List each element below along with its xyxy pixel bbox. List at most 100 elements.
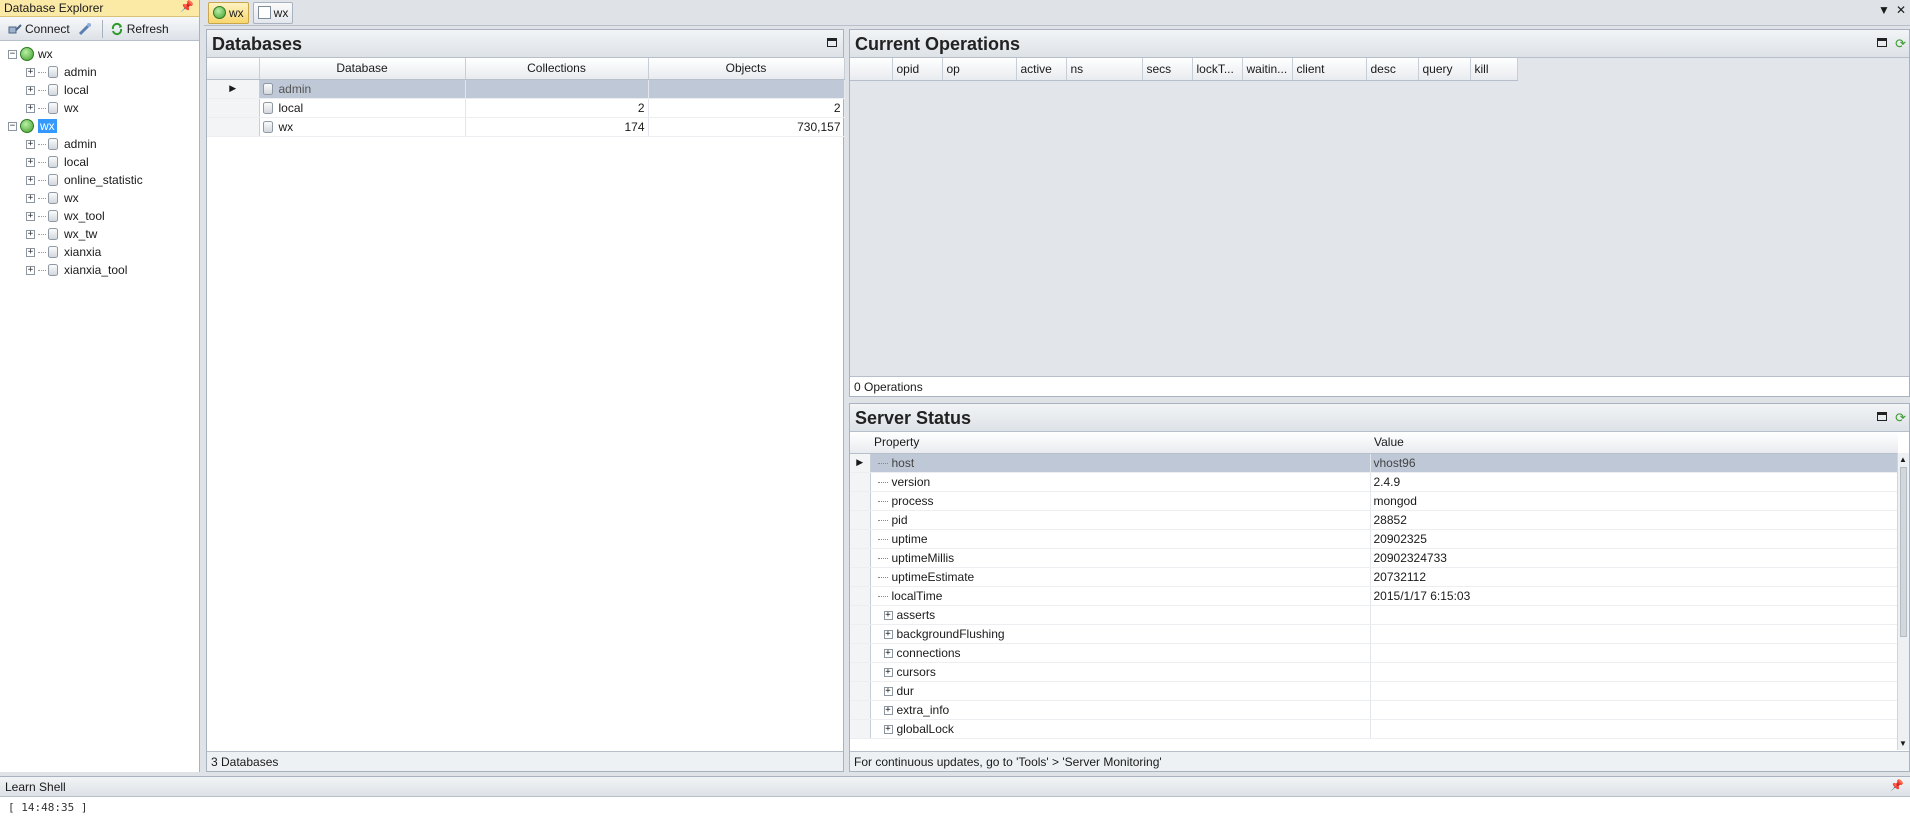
collections-cell[interactable]: 174 [465,117,649,137]
property-cell[interactable]: localTime [870,586,1371,606]
row-header[interactable] [850,529,871,549]
table-row[interactable]: uptimeEstimate 20732112 [850,567,1898,587]
tree-database-node[interactable]: + xianxia_tool [0,261,199,279]
refresh-button[interactable]: Refresh [106,19,173,39]
column-header-active[interactable]: active [1016,58,1067,81]
value-cell[interactable]: vhost96 [1370,453,1898,473]
tree-database-node[interactable]: + wx [0,99,199,117]
column-header-kill[interactable]: kill [1470,58,1518,81]
expand-icon[interactable]: + [26,139,35,149]
tree-database-node[interactable]: + admin [0,135,199,153]
tree-database-node[interactable]: + local [0,153,199,171]
database-name-cell[interactable]: admin [259,79,466,99]
expand-icon[interactable]: + [26,157,35,167]
collections-cell[interactable]: 2 [465,98,649,118]
property-cell[interactable]: uptime [870,529,1371,549]
row-header[interactable] [850,510,871,530]
row-header[interactable] [850,548,871,568]
column-header-client[interactable]: client [1292,58,1367,81]
table-row[interactable]: ▶ admin [207,79,845,99]
row-header[interactable] [850,491,871,511]
expand-icon[interactable]: + [26,229,35,239]
table-row[interactable]: uptime 20902325 [850,529,1898,549]
value-cell[interactable] [1370,643,1898,663]
expand-icon[interactable]: + [883,648,893,658]
value-cell[interactable]: mongod [1370,491,1898,511]
value-cell[interactable] [1370,605,1898,625]
pin-icon[interactable]: 📌 [180,0,194,13]
property-cell[interactable]: uptimeMillis [870,548,1371,568]
expand-icon[interactable]: + [26,85,35,95]
expand-icon[interactable]: + [883,705,893,715]
value-cell[interactable] [1370,719,1898,739]
refresh-icon[interactable]: ⟳ [1895,410,1906,426]
expand-icon[interactable]: + [883,686,893,696]
objects-cell[interactable]: 730,157 [648,117,845,137]
row-header[interactable] [850,681,871,701]
row-header[interactable] [850,662,871,682]
tree-database-node[interactable]: + wx [0,189,199,207]
property-cell[interactable]: uptimeEstimate [870,567,1371,587]
tab-server-wx[interactable]: wx [208,1,249,24]
maximize-icon[interactable] [1877,38,1887,47]
value-cell[interactable] [1370,662,1898,682]
table-row[interactable]: + dur [850,681,1898,701]
scroll-thumb[interactable] [1900,467,1907,637]
table-row[interactable]: uptimeMillis 20902324733 [850,548,1898,568]
column-header-collections[interactable]: Collections [465,58,649,80]
column-header-property[interactable]: Property [870,432,1370,454]
value-cell[interactable] [1370,681,1898,701]
table-row[interactable]: + asserts [850,605,1898,625]
row-header[interactable] [850,472,871,492]
objects-cell[interactable]: 2 [648,98,845,118]
expand-icon[interactable]: + [26,193,35,203]
column-header-lockt[interactable]: lockT... [1192,58,1243,81]
table-row[interactable]: + extra_info [850,700,1898,720]
property-cell[interactable]: + backgroundFlushing [870,624,1371,644]
collapse-icon[interactable]: − [8,49,17,59]
table-row[interactable]: local 2 2 [207,98,845,118]
scroll-up-icon[interactable]: ▲ [1899,455,1907,464]
value-cell[interactable]: 28852 [1370,510,1898,530]
table-row[interactable]: pid 28852 [850,510,1898,530]
maximize-icon[interactable] [827,38,837,47]
column-header-value[interactable]: Value [1370,432,1898,454]
row-header[interactable] [850,567,871,587]
learn-shell-output[interactable]: [ 14:48:35 ] [0,797,1910,818]
dropdown-icon[interactable]: ▼ [1878,3,1890,17]
value-cell[interactable] [1370,700,1898,720]
property-cell[interactable]: pid [870,510,1371,530]
expand-icon[interactable]: + [26,265,35,275]
row-header[interactable]: ▶ [207,79,260,99]
tree-database-node[interactable]: + wx_tw [0,225,199,243]
expand-icon[interactable]: + [883,610,893,620]
tab-database-wx[interactable]: wx [252,1,294,24]
database-name-cell[interactable]: local [259,98,466,118]
property-cell[interactable]: version [870,472,1371,492]
expand-icon[interactable]: + [883,667,893,677]
property-cell[interactable]: process [870,491,1371,511]
vertical-scrollbar[interactable]: ▲ ▼ [1897,453,1909,750]
expand-icon[interactable]: + [26,175,35,185]
row-header[interactable]: ▶ [850,453,871,473]
table-row[interactable]: version 2.4.9 [850,472,1898,492]
expand-icon[interactable]: + [26,211,35,221]
expand-icon[interactable]: + [26,247,35,257]
table-row[interactable]: + globalLock [850,719,1898,739]
property-cell[interactable]: + extra_info [870,700,1371,720]
row-header[interactable] [207,98,260,118]
table-row[interactable]: wx 174 730,157 [207,117,845,137]
value-cell[interactable] [1370,624,1898,644]
column-header-database[interactable]: Database [259,58,466,80]
property-cell[interactable]: + dur [870,681,1371,701]
disconnect-button[interactable] [74,19,99,39]
table-row[interactable]: localTime 2015/1/17 6:15:03 [850,586,1898,606]
collapse-icon[interactable]: − [8,121,17,131]
objects-cell[interactable] [648,79,845,99]
tree-database-node[interactable]: + local [0,81,199,99]
tree-database-node[interactable]: + wx_tool [0,207,199,225]
connect-button[interactable]: Connect [4,19,74,39]
value-cell[interactable]: 20902324733 [1370,548,1898,568]
property-cell[interactable]: + cursors [870,662,1371,682]
property-cell[interactable]: + globalLock [870,719,1371,739]
